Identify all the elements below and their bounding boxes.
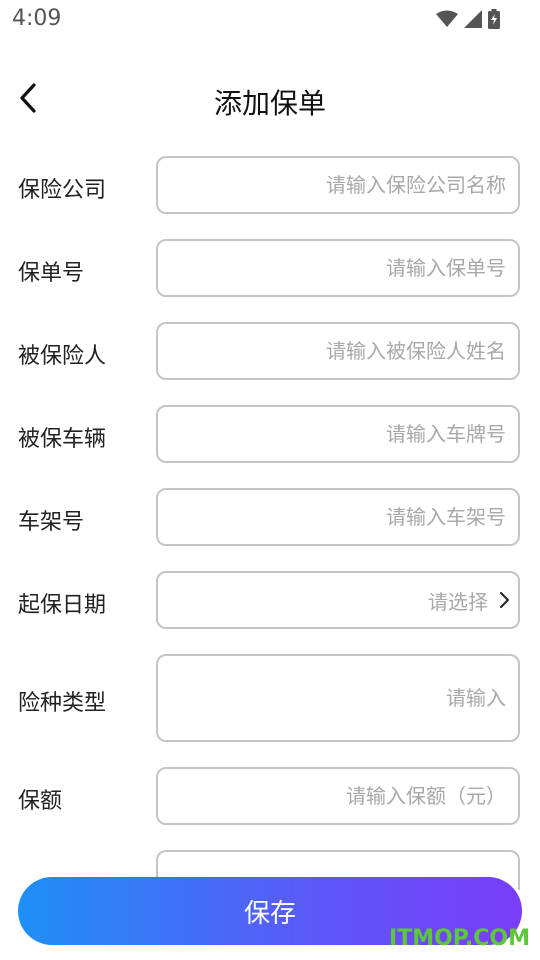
insurance-company-label: 保险公司: [18, 178, 107, 203]
insured-person-field[interactable]: [156, 322, 520, 380]
coverage-type-input[interactable]: [158, 656, 518, 740]
vin-label: 车架号: [18, 510, 85, 535]
status-bar: 4:09: [0, 0, 540, 40]
start-date-label: 起保日期: [18, 593, 107, 618]
status-icons: [436, 9, 500, 29]
wifi-icon: [436, 10, 458, 27]
policy-number-field[interactable]: [156, 239, 520, 297]
policy-number-input[interactable]: [158, 241, 518, 295]
insurance-company-input[interactable]: [158, 158, 518, 212]
insured-person-label: 被保险人: [18, 344, 107, 369]
coverage-amount-field[interactable]: [156, 767, 520, 825]
coverage-type-field[interactable]: [156, 654, 520, 742]
insured-vehicle-label: 被保车辆: [18, 427, 107, 452]
start-date-select-text: 请选择: [428, 589, 488, 614]
start-date-select[interactable]: 请选择: [156, 571, 520, 629]
chevron-right-icon: [498, 573, 510, 627]
signal-icon: [464, 10, 482, 28]
policy-number-label: 保单号: [18, 261, 85, 286]
insured-person-input[interactable]: [158, 324, 518, 378]
insured-vehicle-field[interactable]: [156, 405, 520, 463]
battery-icon: [488, 9, 500, 29]
coverage-amount-label: 保额: [18, 789, 63, 814]
coverage-type-label: 险种类型: [18, 691, 107, 716]
watermark: ITMOP.COM: [389, 926, 530, 951]
vin-field[interactable]: [156, 488, 520, 546]
vin-input[interactable]: [158, 490, 518, 544]
license-plate-input[interactable]: [158, 407, 518, 461]
header: 添加保单: [0, 70, 540, 130]
coverage-amount-input[interactable]: [158, 769, 518, 823]
insurance-company-field[interactable]: [156, 156, 520, 214]
page-title: 添加保单: [213, 87, 326, 120]
status-time: 4:09: [12, 6, 62, 31]
